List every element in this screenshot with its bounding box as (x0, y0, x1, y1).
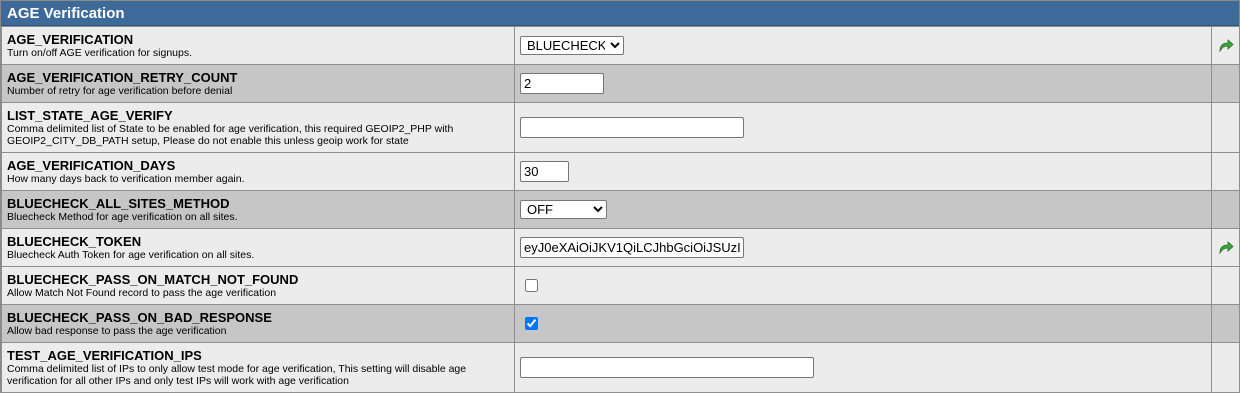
setting-description: Turn on/off AGE verification for signups… (7, 46, 193, 59)
setting-description: How many days back to verification membe… (7, 172, 245, 185)
setting-name: AGE_VERIFICATION (7, 31, 134, 47)
age-verification-panel: AGE Verification AGE_VERIFICATION Turn o… (0, 0, 1240, 393)
setting-row-verification-days: AGE_VERIFICATION_DAYS How many days back… (1, 152, 1240, 191)
setting-row-test-ips: TEST_AGE_VERIFICATION_IPS Comma delimite… (1, 342, 1240, 393)
all-sites-method-select[interactable]: OFF (520, 200, 607, 219)
setting-row-bluecheck-token: BLUECHECK_TOKEN Bluecheck Auth Token for… (1, 228, 1240, 267)
setting-row-all-sites-method: BLUECHECK_ALL_SITES_METHOD Bluecheck Met… (1, 190, 1240, 229)
setting-row-list-state: LIST_STATE_AGE_VERIFY Comma delimited li… (1, 102, 1240, 153)
green-curved-arrow-icon[interactable] (1218, 239, 1234, 255)
setting-name: BLUECHECK_TOKEN (7, 233, 142, 249)
setting-name: BLUECHECK_PASS_ON_MATCH_NOT_FOUND (7, 271, 299, 287)
setting-description: Comma delimited list of IPs to only allo… (7, 362, 467, 387)
setting-description: Comma delimited list of State to be enab… (7, 122, 454, 147)
setting-description: Allow bad response to pass the age verif… (7, 324, 227, 337)
settings-table: AGE_VERIFICATION Turn on/off AGE verific… (1, 26, 1240, 393)
setting-description: Bluecheck Method for age verification on… (7, 210, 238, 223)
setting-name: AGE_VERIFICATION_RETRY_COUNT (7, 69, 238, 85)
retry-count-input[interactable] (520, 73, 604, 94)
setting-name: LIST_STATE_AGE_VERIFY (7, 107, 173, 123)
pass-on-bad-response-checkbox[interactable] (525, 316, 538, 330)
setting-row-pass-on-bad-response: BLUECHECK_PASS_ON_BAD_RESPONSE Allow bad… (1, 304, 1240, 343)
setting-row-age-verification: AGE_VERIFICATION Turn on/off AGE verific… (1, 26, 1240, 65)
bluecheck-token-input[interactable] (520, 237, 744, 258)
setting-name: AGE_VERIFICATION_DAYS (7, 157, 176, 173)
setting-description: Bluecheck Auth Token for age verificatio… (7, 248, 255, 261)
setting-description: Allow Match Not Found record to pass the… (7, 286, 277, 299)
verification-days-input[interactable] (520, 161, 569, 182)
age-verification-select[interactable]: BLUECHECK (520, 36, 624, 55)
setting-row-retry-count: AGE_VERIFICATION_RETRY_COUNT Number of r… (1, 64, 1240, 103)
setting-name: BLUECHECK_ALL_SITES_METHOD (7, 195, 230, 211)
setting-name: TEST_AGE_VERIFICATION_IPS (7, 347, 202, 363)
section-title: AGE Verification (1, 1, 1239, 26)
setting-row-pass-on-match-not-found: BLUECHECK_PASS_ON_MATCH_NOT_FOUND Allow … (1, 266, 1240, 305)
setting-name: BLUECHECK_PASS_ON_BAD_RESPONSE (7, 309, 272, 325)
pass-on-match-not-found-checkbox[interactable] (525, 278, 538, 292)
test-ips-input[interactable] (520, 357, 814, 378)
green-curved-arrow-icon[interactable] (1218, 37, 1234, 53)
list-state-input[interactable] (520, 117, 744, 138)
setting-description: Number of retry for age verification bef… (7, 84, 233, 97)
